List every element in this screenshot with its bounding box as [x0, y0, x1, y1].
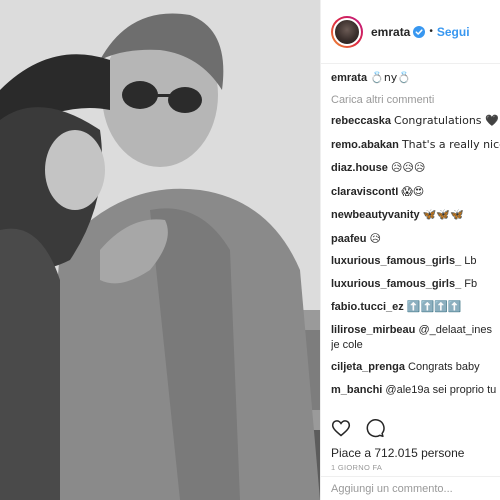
comment-username[interactable]: ciljeta_prenga — [331, 361, 405, 373]
comment-username[interactable]: diaz.house — [331, 162, 388, 174]
add-comment-bar — [321, 476, 500, 500]
comment-username[interactable]: claraviscontI — [331, 186, 398, 198]
comment-text: 😥😥😥 — [390, 161, 426, 174]
comment-text: 😱😍 — [401, 184, 425, 198]
comment-item: paafeu 😥 — [331, 231, 500, 247]
follow-button[interactable]: Segui — [437, 25, 470, 39]
comment-text: Congratulations 🖤💍 — [394, 114, 500, 127]
comment-username[interactable]: remo.abakan — [331, 139, 399, 151]
post-photo-illustration — [0, 0, 320, 500]
comment-username[interactable]: m_banchi — [331, 384, 382, 396]
caption: emrata 💍ny💍 — [331, 70, 500, 86]
post-timestamp: 1 giorno fa — [331, 463, 383, 472]
comment-username[interactable]: fabio.tucci_ez — [331, 301, 404, 313]
comment-text: ⬆️⬆️⬆️⬆️ — [406, 300, 462, 313]
post-side-panel: emrata • Segui emrata 💍ny💍 Carica altri … — [320, 0, 500, 500]
avatar[interactable] — [331, 15, 363, 48]
header-username[interactable]: emrata — [371, 25, 410, 39]
comment-item: luxurious_famous_girls_ Lb — [331, 254, 500, 269]
comment-text: 😥 — [369, 231, 381, 245]
comment-username[interactable]: newbeautyvanity — [331, 209, 420, 221]
comment-text: @ale19a sei proprio tu — [385, 383, 497, 396]
load-more-comments-button[interactable]: Carica altri commenti — [331, 94, 500, 106]
comment-item: m_banchi @ale19a sei proprio tu — [331, 383, 500, 398]
comment-text: Fb — [464, 277, 478, 290]
comment-item: claraviscontI 😱😍 — [331, 184, 500, 200]
comment-item: remo.abakan That's a really nice 😍 — [331, 137, 500, 153]
comment-item: lilirose_mirbeau @_delaat_ines je cole — [331, 323, 500, 353]
comment-text: That's a really nice 😍 — [401, 137, 500, 151]
comments-list[interactable]: emrata 💍ny💍 Carica altri commenti rebecc… — [331, 70, 500, 405]
comment-username[interactable]: paafeu — [331, 233, 366, 245]
post-actions — [331, 415, 500, 441]
comment-text: Congrats baby — [408, 361, 480, 373]
comment-input[interactable] — [331, 482, 491, 495]
comment-item: luxurious_famous_girls_ Fb — [331, 277, 500, 292]
comment-item: ciljeta_prenga Congrats baby — [331, 360, 500, 375]
header-separator: • — [429, 26, 433, 37]
comment-username[interactable]: lilirose_mirbeau — [331, 324, 415, 336]
comment-username[interactable]: rebeccaska — [331, 115, 391, 127]
comment-item: rebeccaska Congratulations 🖤💍 — [331, 113, 500, 129]
heart-icon[interactable] — [331, 418, 351, 438]
caption-text: 💍ny💍 — [370, 71, 412, 84]
comment-item: diaz.house 😥😥😥 — [331, 160, 500, 176]
caption-username[interactable]: emrata — [331, 72, 367, 84]
likes-count[interactable]: Piace a 712.015 persone — [331, 446, 464, 460]
post-photo[interactable] — [0, 0, 320, 500]
comment-username[interactable]: luxurious_famous_girls_ — [331, 278, 461, 290]
comment-text: Lb — [464, 255, 477, 267]
comment-icon[interactable] — [365, 418, 385, 438]
comment-text: 🦋🦋🦋 — [422, 208, 464, 221]
verified-badge-icon — [413, 25, 426, 38]
comment-item: fabio.tucci_ez ⬆️⬆️⬆️⬆️ — [331, 299, 500, 315]
comment-username[interactable]: luxurious_famous_girls_ — [331, 255, 461, 267]
comment-item: newbeautyvanity 🦋🦋🦋 — [331, 207, 500, 223]
post-header: emrata • Segui — [321, 0, 500, 64]
